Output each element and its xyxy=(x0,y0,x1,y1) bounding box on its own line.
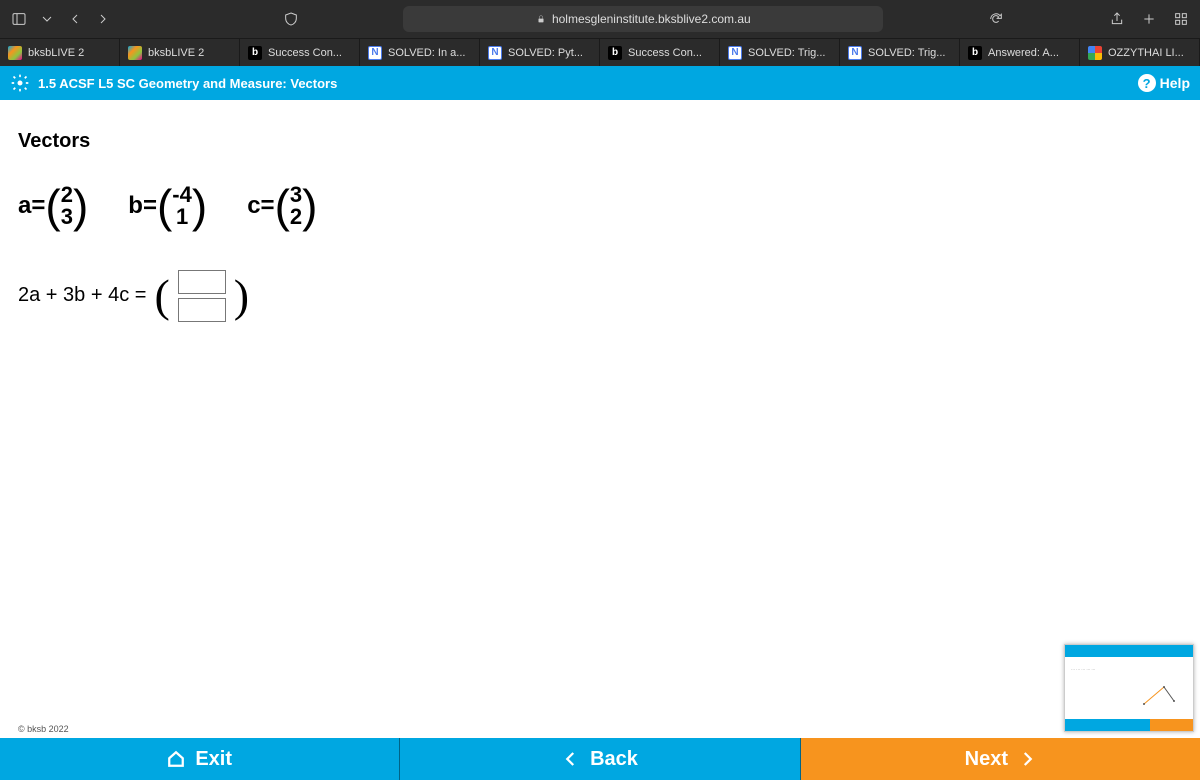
vector-a: a= ( 2 3 ) xyxy=(18,183,88,229)
exit-label: Exit xyxy=(195,748,232,771)
tab-7[interactable]: N SOLVED: Trig... xyxy=(840,39,960,66)
tab-label: SOLVED: In a... xyxy=(388,47,465,59)
exit-button[interactable]: Exit xyxy=(0,738,400,780)
chevron-left-icon xyxy=(562,750,580,768)
tab-0[interactable]: bksbLIVE 2 xyxy=(0,39,120,66)
sidebar-toggle-icon[interactable] xyxy=(10,10,28,28)
nav-back-icon[interactable] xyxy=(66,10,84,28)
vector-b: b= ( -4 1 ) xyxy=(128,183,207,229)
favicon-b-icon: b xyxy=(248,46,262,60)
url-text: holmesgleninstitute.bksblive2.com.au xyxy=(552,12,751,26)
bottom-nav: Exit Back Next xyxy=(0,738,1200,780)
copyright: © bksb 2022 xyxy=(18,724,69,734)
lock-icon xyxy=(536,14,546,24)
content-area: Vectors a= ( 2 3 ) b= ( -4 1 ) c= ( 3 2 xyxy=(0,100,1200,738)
browser-toolbar: holmesgleninstitute.bksblive2.com.au xyxy=(0,0,1200,38)
vector-definitions: a= ( 2 3 ) b= ( -4 1 ) c= ( 3 2 ) xyxy=(18,183,1182,229)
tab-6[interactable]: N SOLVED: Trig... xyxy=(720,39,840,66)
next-button[interactable]: Next xyxy=(801,738,1200,780)
chevron-down-icon[interactable] xyxy=(38,10,56,28)
tab-5[interactable]: b Success Con... xyxy=(600,39,720,66)
vector-b-top: -4 xyxy=(172,184,192,206)
vector-b-bot: 1 xyxy=(176,206,188,228)
vector-c-top: 3 xyxy=(290,184,302,206)
favicon-n-icon: N xyxy=(368,46,382,60)
favicon-bksb-icon xyxy=(128,46,142,60)
tab-label: SOLVED: Trig... xyxy=(868,47,945,59)
favicon-b-icon: b xyxy=(968,46,982,60)
share-icon[interactable] xyxy=(1108,10,1126,28)
shield-icon[interactable] xyxy=(282,10,300,28)
tab-label: SOLVED: Pyt... xyxy=(508,47,583,59)
vector-a-label: a= xyxy=(18,192,45,220)
vector-c-label: c= xyxy=(247,192,274,220)
help-icon: ? xyxy=(1138,74,1156,92)
home-icon xyxy=(167,750,185,768)
tab-label: bksbLIVE 2 xyxy=(28,47,84,59)
vector-b-label: b= xyxy=(128,192,157,220)
thumbnail-vector-icon xyxy=(1139,679,1179,709)
page-title: 1.5 ACSF L5 SC Geometry and Measure: Vec… xyxy=(38,76,337,91)
favicon-n-icon: N xyxy=(848,46,862,60)
expression-row: 2a + 3b + 4c = ( ) xyxy=(18,269,1182,322)
tab-label: Success Con... xyxy=(628,47,702,59)
tab-label: OZZYTHAI LI... xyxy=(1108,47,1184,59)
left-paren: ( xyxy=(45,183,60,229)
left-paren: ( xyxy=(275,183,290,229)
nav-forward-icon xyxy=(94,10,112,28)
tab-8[interactable]: b Answered: A... xyxy=(960,39,1080,66)
vector-c-bot: 2 xyxy=(290,206,302,228)
page-thumbnail[interactable]: ··· ··· ··· ··· ··· xyxy=(1064,644,1194,732)
tab-overview-icon[interactable] xyxy=(1172,10,1190,28)
tab-label: SOLVED: Trig... xyxy=(748,47,825,59)
answer-bot-input[interactable] xyxy=(178,298,226,322)
vector-c: c= ( 3 2 ) xyxy=(247,183,317,229)
left-paren: ( xyxy=(157,183,172,229)
next-label: Next xyxy=(965,748,1008,771)
tab-label: Success Con... xyxy=(268,47,342,59)
tab-2[interactable]: b Success Con... xyxy=(240,39,360,66)
tab-1[interactable]: bksbLIVE 2 xyxy=(120,39,240,66)
tab-strip: bksbLIVE 2 bksbLIVE 2 bSuccess Con... NS… xyxy=(0,38,1200,66)
tab-9[interactable]: OZZYTHAI LI... xyxy=(1080,39,1200,66)
right-paren: ) xyxy=(302,183,317,229)
new-tab-icon[interactable] xyxy=(1140,10,1158,28)
vector-a-bot: 3 xyxy=(61,206,73,228)
right-paren: ) xyxy=(234,269,249,322)
tab-3[interactable]: N SOLVED: In a... xyxy=(360,39,480,66)
answer-top-input[interactable] xyxy=(178,270,226,294)
tab-4[interactable]: N SOLVED: Pyt... xyxy=(480,39,600,66)
right-paren: ) xyxy=(73,183,88,229)
tab-label: bksbLIVE 2 xyxy=(148,47,204,59)
favicon-n-icon: N xyxy=(728,46,742,60)
url-bar[interactable]: holmesgleninstitute.bksblive2.com.au xyxy=(403,6,883,32)
help-button[interactable]: ? Help xyxy=(1138,74,1190,92)
favicon-b-icon: b xyxy=(608,46,622,60)
tab-label: Answered: A... xyxy=(988,47,1059,59)
left-paren: ( xyxy=(154,269,169,322)
reload-icon[interactable] xyxy=(987,10,1005,28)
favicon-bksb-icon xyxy=(8,46,22,60)
back-button[interactable]: Back xyxy=(400,738,800,780)
favicon-n-icon: N xyxy=(488,46,502,60)
chevron-right-icon xyxy=(1018,750,1036,768)
favicon-g-icon xyxy=(1088,46,1102,60)
help-label: Help xyxy=(1160,75,1190,91)
page-header: 1.5 ACSF L5 SC Geometry and Measure: Vec… xyxy=(0,66,1200,100)
back-label: Back xyxy=(590,748,638,771)
vector-a-top: 2 xyxy=(61,184,73,206)
right-paren: ) xyxy=(192,183,207,229)
expression-text: 2a + 3b + 4c = xyxy=(18,284,146,307)
content-heading: Vectors xyxy=(18,130,1182,153)
gear-icon[interactable] xyxy=(10,73,30,93)
